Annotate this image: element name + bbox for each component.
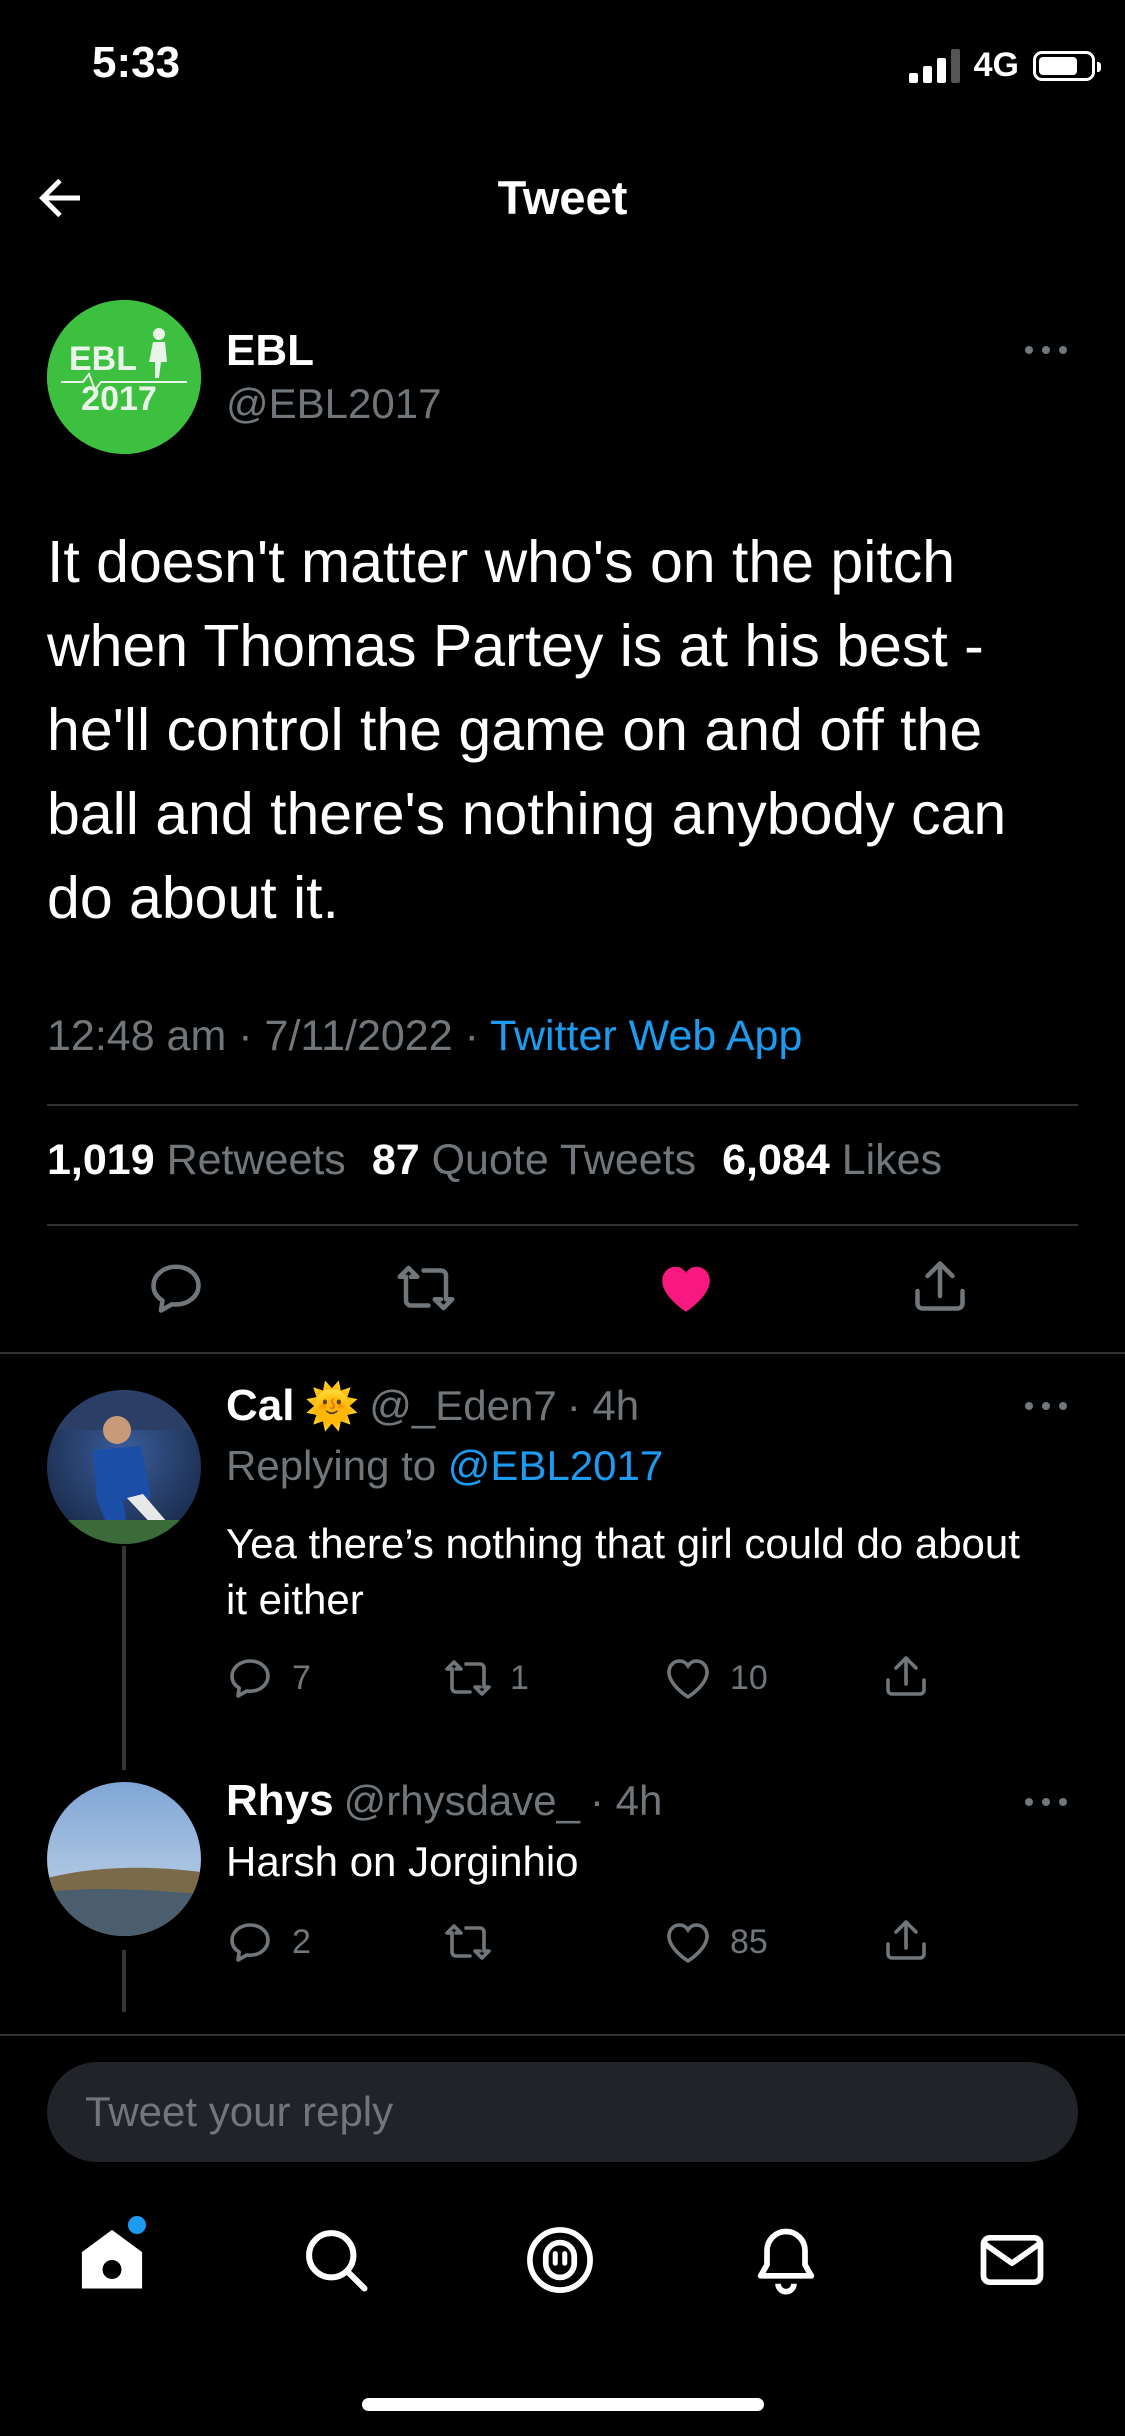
replying-to: Replying to @EBL2017 bbox=[226, 1442, 663, 1490]
tweet-text: It doesn't matter who's on the pitch whe… bbox=[47, 529, 1007, 931]
retweet-count-value: 1 bbox=[510, 1658, 529, 1697]
page-title: Tweet bbox=[497, 171, 628, 224]
avatar[interactable]: EBL 2017 bbox=[47, 300, 201, 454]
retweets-stat[interactable]: 1,019 Retweets bbox=[47, 1136, 346, 1185]
avatar-text-top: EBL bbox=[69, 340, 137, 378]
heart-icon[interactable] bbox=[656, 1258, 716, 1318]
search-icon[interactable] bbox=[298, 2222, 374, 2298]
heart-icon bbox=[667, 1923, 709, 1964]
reply-age: · 4h bbox=[590, 1777, 663, 1824]
reply-author-handle[interactable]: @_Eden7 bbox=[369, 1382, 556, 1430]
reply-icon bbox=[230, 1923, 270, 1962]
sun-emoji: 🌞 bbox=[304, 1382, 360, 1431]
status-indicators: 4G bbox=[908, 46, 1101, 85]
home-indicator[interactable] bbox=[362, 2398, 764, 2411]
meta-sep: · bbox=[238, 1012, 253, 1060]
share-icon[interactable] bbox=[882, 1652, 930, 1700]
reply-author-name[interactable]: Cal bbox=[226, 1381, 294, 1431]
more-icon[interactable] bbox=[1021, 1792, 1071, 1812]
divider bbox=[0, 1352, 1125, 1354]
reply-count[interactable]: 7 bbox=[226, 1654, 311, 1702]
retweet-count[interactable] bbox=[444, 1918, 510, 1966]
tweet-time: 12:48 am bbox=[47, 1012, 227, 1060]
tweet-date: 7/11/2022 bbox=[264, 1012, 453, 1060]
tweet-source-link[interactable]: Twitter Web App bbox=[490, 1012, 802, 1060]
like-count-value: 10 bbox=[730, 1658, 768, 1697]
quotes-label: Quote Tweets bbox=[431, 1136, 697, 1184]
battery-icon bbox=[1033, 50, 1101, 81]
ebl-logo: EBL 2017 bbox=[47, 300, 201, 454]
more-icon[interactable] bbox=[1021, 1396, 1071, 1416]
reply-icon[interactable] bbox=[146, 1258, 206, 1318]
thread-line bbox=[122, 1546, 126, 1770]
reply-input[interactable]: Tweet your reply bbox=[47, 2062, 1078, 2162]
reply-count-value: 2 bbox=[292, 1922, 311, 1961]
retweet-icon[interactable] bbox=[396, 1258, 456, 1318]
thread-line bbox=[122, 1950, 126, 2012]
network-type: 4G bbox=[973, 46, 1019, 84]
reply-input-placeholder: Tweet your reply bbox=[85, 2088, 394, 2135]
messages-icon[interactable] bbox=[974, 2222, 1050, 2298]
meta-sep: · bbox=[464, 1012, 479, 1060]
quotes-stat[interactable]: 87 Quote Tweets bbox=[372, 1136, 696, 1185]
reply-count[interactable]: 2 bbox=[226, 1918, 311, 1966]
divider bbox=[47, 1104, 1078, 1106]
replying-prefix: Replying to bbox=[226, 1442, 437, 1489]
reply-author-handle[interactable]: @rhysdave_ bbox=[344, 1777, 580, 1825]
divider bbox=[0, 2034, 1125, 2036]
heart-icon bbox=[667, 1659, 709, 1700]
spaces-icon[interactable] bbox=[522, 2222, 598, 2298]
likes-label: Likes bbox=[841, 1136, 943, 1184]
divider bbox=[47, 1224, 1078, 1226]
tweet-stats: 1,019 Retweets 87 Quote Tweets 6,084 Lik… bbox=[47, 1136, 942, 1185]
retweets-label: Retweets bbox=[166, 1136, 346, 1184]
notifications-icon[interactable] bbox=[748, 2222, 824, 2298]
replying-handle-link[interactable]: @EBL2017 bbox=[448, 1442, 663, 1489]
share-icon[interactable] bbox=[910, 1256, 970, 1316]
like-count-value: 85 bbox=[730, 1922, 768, 1961]
reply-text: Yea there’s nothing that girl could do a… bbox=[226, 1520, 1020, 1623]
reply-icon bbox=[230, 1659, 270, 1698]
reply-header: Rhys @rhysdave_ · 4h bbox=[226, 1776, 662, 1826]
quotes-count: 87 bbox=[371, 1136, 420, 1184]
avatar[interactable] bbox=[47, 1782, 201, 1936]
reply-age: · 4h bbox=[566, 1382, 640, 1429]
retweet-count[interactable]: 1 bbox=[444, 1654, 529, 1702]
like-count[interactable]: 10 bbox=[664, 1654, 768, 1702]
reply-text: Harsh on Jorginhio bbox=[226, 1838, 579, 1885]
author-name[interactable]: EBL bbox=[226, 326, 314, 376]
likes-count: 6,084 bbox=[722, 1136, 830, 1184]
author-handle[interactable]: @EBL2017 bbox=[226, 380, 441, 428]
reply-author-name[interactable]: Rhys bbox=[226, 1776, 334, 1826]
reply-header: Cal 🌞 @_Eden7 · 4h bbox=[226, 1380, 639, 1432]
reply-count-value: 7 bbox=[292, 1658, 311, 1697]
share-icon[interactable] bbox=[882, 1916, 930, 1964]
tweet-meta: 12:48 am · 7/11/2022 · Twitter Web App bbox=[47, 1012, 802, 1061]
signal-icon bbox=[908, 48, 960, 83]
status-time: 5:33 bbox=[92, 38, 181, 87]
retweet-icon bbox=[445, 1924, 491, 1960]
notification-dot bbox=[128, 2216, 146, 2234]
retweet-icon bbox=[445, 1660, 491, 1696]
retweets-count: 1,019 bbox=[47, 1136, 155, 1184]
avatar[interactable] bbox=[47, 1390, 201, 1544]
like-count[interactable]: 85 bbox=[664, 1918, 768, 1966]
more-icon[interactable] bbox=[1021, 340, 1071, 360]
likes-stat[interactable]: 6,084 Likes bbox=[722, 1136, 942, 1185]
